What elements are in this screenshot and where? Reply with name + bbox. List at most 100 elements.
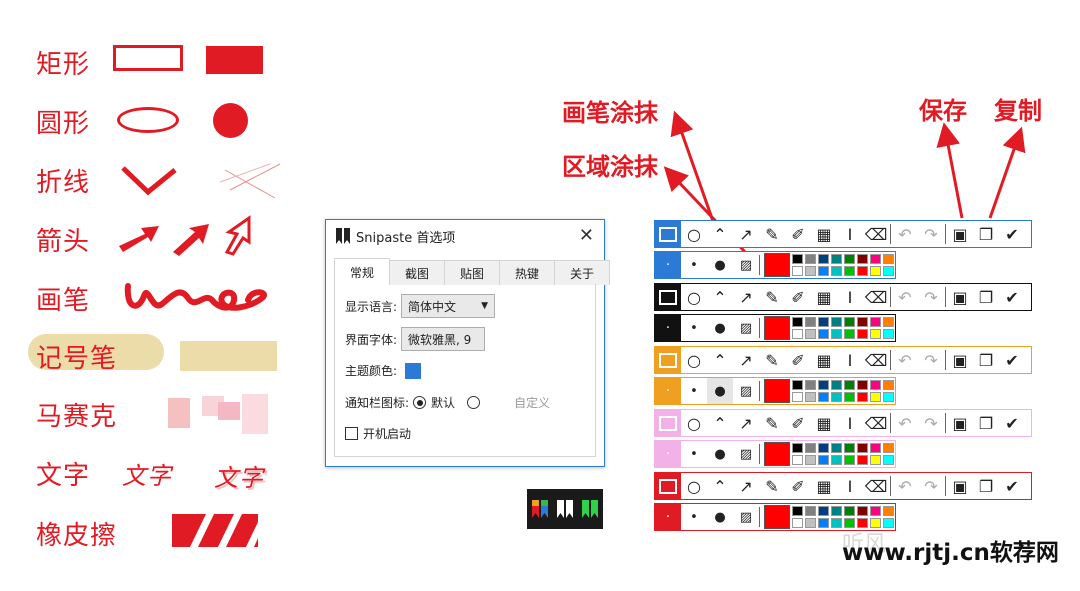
area-smear-icon[interactable]: ▨ [733, 378, 759, 404]
polyline-tool-icon[interactable]: ⌃ [707, 410, 733, 436]
polyline-tool-icon[interactable]: ⌃ [707, 221, 733, 247]
tab-about[interactable]: 关于 [554, 260, 610, 285]
startup-checkbox[interactable] [345, 427, 358, 440]
eraser-tool-icon[interactable]: ⌫ [863, 284, 889, 310]
palette-color[interactable] [870, 265, 881, 276]
redo-icon[interactable]: ↷ [918, 284, 944, 310]
palette-color[interactable] [870, 505, 881, 516]
palette-color[interactable] [883, 505, 894, 516]
pencil-tool-icon[interactable]: ✎ [759, 410, 785, 436]
palette-color[interactable] [857, 316, 868, 327]
palette-color[interactable] [870, 253, 881, 264]
confirm-icon[interactable]: ✔ [999, 410, 1025, 436]
polyline-tool-icon[interactable]: ⌃ [707, 473, 733, 499]
palette-color[interactable] [883, 379, 894, 390]
palette-color[interactable] [857, 253, 868, 264]
ellipse-tool-icon[interactable]: ○ [681, 410, 707, 436]
marker-tool-icon[interactable]: ✐ [785, 284, 811, 310]
palette-color[interactable] [805, 517, 816, 528]
current-color-swatch[interactable] [764, 316, 790, 340]
palette-color[interactable] [792, 316, 803, 327]
palette-color[interactable] [883, 391, 894, 402]
area-smear-icon[interactable]: ▨ [733, 441, 759, 467]
palette-color[interactable] [818, 391, 829, 402]
text-tool-icon[interactable]: I [837, 221, 863, 247]
copy-icon[interactable]: ❐ [973, 410, 999, 436]
area-smear-icon[interactable]: ▨ [733, 315, 759, 341]
copy-icon[interactable]: ❐ [973, 284, 999, 310]
mosaic-tool-icon[interactable]: ▦ [811, 347, 837, 373]
selected-size-small[interactable]: · [655, 315, 681, 341]
save-icon[interactable]: ▣ [947, 284, 973, 310]
redo-icon[interactable]: ↷ [918, 221, 944, 247]
palette-color[interactable] [818, 454, 829, 465]
size-small-icon[interactable]: • [681, 441, 707, 467]
palette-color[interactable] [792, 265, 803, 276]
language-select[interactable]: 简体中文 ▼ [401, 294, 496, 318]
palette-color[interactable] [857, 505, 868, 516]
palette-color[interactable] [831, 517, 842, 528]
palette-color[interactable] [870, 316, 881, 327]
current-color-swatch[interactable] [764, 253, 790, 277]
size-medium-icon[interactable]: ● [707, 315, 733, 341]
palette-color[interactable] [857, 328, 868, 339]
palette-color[interactable] [870, 379, 881, 390]
tab-hotkeys[interactable]: 热键 [499, 260, 555, 285]
palette-color[interactable] [883, 316, 894, 327]
confirm-icon[interactable]: ✔ [999, 473, 1025, 499]
palette-color[interactable] [805, 391, 816, 402]
size-medium-icon[interactable]: ● [707, 504, 733, 530]
copy-icon[interactable]: ❐ [973, 221, 999, 247]
palette-color[interactable] [844, 379, 855, 390]
palette-color[interactable] [831, 328, 842, 339]
arrow-tool-icon[interactable]: ↗ [733, 221, 759, 247]
marker-tool-icon[interactable]: ✐ [785, 347, 811, 373]
tab-general[interactable]: 常规 [334, 258, 390, 285]
palette-color[interactable] [818, 517, 829, 528]
rectangle-tool-icon[interactable] [655, 284, 681, 310]
text-tool-icon[interactable]: I [837, 347, 863, 373]
marker-tool-icon[interactable]: ✐ [785, 410, 811, 436]
marker-tool-icon[interactable]: ✐ [785, 221, 811, 247]
pencil-tool-icon[interactable]: ✎ [759, 473, 785, 499]
palette-color[interactable] [831, 265, 842, 276]
palette-color[interactable] [831, 442, 842, 453]
eraser-tool-icon[interactable]: ⌫ [863, 473, 889, 499]
palette-color[interactable] [870, 391, 881, 402]
copy-icon[interactable]: ❐ [973, 473, 999, 499]
redo-icon[interactable]: ↷ [918, 347, 944, 373]
palette-color[interactable] [844, 265, 855, 276]
arrow-tool-icon[interactable]: ↗ [733, 473, 759, 499]
palette-color[interactable] [883, 253, 894, 264]
undo-icon[interactable]: ↶ [892, 410, 918, 436]
palette-color[interactable] [792, 328, 803, 339]
text-tool-icon[interactable]: I [837, 410, 863, 436]
tab-paste[interactable]: 贴图 [444, 260, 500, 285]
palette-color[interactable] [844, 442, 855, 453]
mosaic-tool-icon[interactable]: ▦ [811, 410, 837, 436]
palette-color[interactable] [844, 454, 855, 465]
ellipse-tool-icon[interactable]: ○ [681, 473, 707, 499]
save-icon[interactable]: ▣ [947, 473, 973, 499]
palette-color[interactable] [870, 442, 881, 453]
current-color-swatch[interactable] [764, 379, 790, 403]
palette-color[interactable] [805, 454, 816, 465]
selected-size-small[interactable]: · [655, 504, 681, 530]
eraser-tool-icon[interactable]: ⌫ [863, 347, 889, 373]
undo-icon[interactable]: ↶ [892, 473, 918, 499]
palette-color[interactable] [805, 253, 816, 264]
palette-color[interactable] [870, 454, 881, 465]
current-color-swatch[interactable] [764, 505, 790, 529]
copy-icon[interactable]: ❐ [973, 347, 999, 373]
ellipse-tool-icon[interactable]: ○ [681, 284, 707, 310]
mosaic-tool-icon[interactable]: ▦ [811, 221, 837, 247]
rectangle-tool-icon[interactable] [655, 347, 681, 373]
save-icon[interactable]: ▣ [947, 410, 973, 436]
palette-color[interactable] [805, 505, 816, 516]
eraser-tool-icon[interactable]: ⌫ [863, 410, 889, 436]
palette-color[interactable] [831, 505, 842, 516]
tab-screenshot[interactable]: 截图 [389, 260, 445, 285]
palette-color[interactable] [870, 328, 881, 339]
palette-color[interactable] [844, 328, 855, 339]
pencil-tool-icon[interactable]: ✎ [759, 284, 785, 310]
